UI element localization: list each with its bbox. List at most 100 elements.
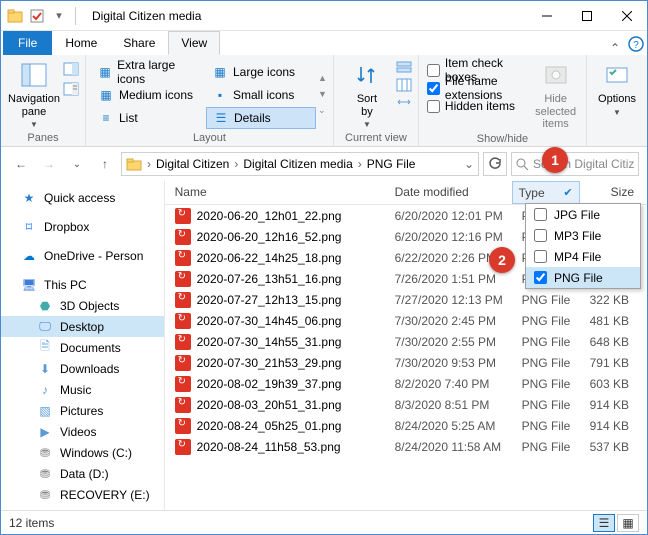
type-filter-png[interactable]: PNG File [526,267,640,288]
nav-dropbox[interactable]: ⌑Dropbox [1,216,164,237]
file-size: 791 KB [580,356,647,370]
layout-extra-large[interactable]: ▦Extra large icons [92,61,202,83]
nav-this-pc[interactable]: 🖥This PC [1,274,164,295]
nav-music[interactable]: ♪Music [1,379,164,400]
preview-pane-icon[interactable] [63,61,79,77]
breadcrumb-item[interactable]: Digital Citizen media [243,157,352,171]
layout-list[interactable]: ≡List [92,107,146,129]
nav-videos[interactable]: ▶Videos [1,421,164,442]
nav-onedrive[interactable]: ☁OneDrive - Person [1,245,164,266]
file-name: 2020-07-27_12h13_15.png [197,293,342,307]
file-size: 914 KB [580,419,647,433]
png-file-icon [175,418,191,434]
tab-view[interactable]: View [168,31,220,55]
table-row[interactable]: 2020-08-03_20h51_31.png8/3/2020 8:51 PMP… [165,394,647,415]
nav-d-drive[interactable]: ⛃Data (D:) [1,463,164,484]
options-button[interactable]: Options ▼ [593,59,641,117]
nav-pictures[interactable]: ▧Pictures [1,400,164,421]
title-bar: ▾ Digital Citizen media [1,1,647,31]
nav-3d-objects[interactable]: ⬣3D Objects [1,295,164,316]
file-size: 914 KB [580,398,647,412]
breadcrumb-item[interactable]: PNG File [367,157,416,171]
table-row[interactable]: 2020-07-27_12h13_15.png7/27/2020 12:13 P… [165,289,647,310]
nav-pane: ★Quick access ⌑Dropbox ☁OneDrive - Perso… [1,181,165,510]
nav-desktop[interactable]: 🖵Desktop [1,316,164,337]
nav-up-icon[interactable]: ↑ [93,152,117,176]
separator [75,7,76,25]
type-filter-mp3[interactable]: MP3 File [526,225,640,246]
add-columns-icon[interactable] [396,78,412,92]
tab-file[interactable]: File [3,31,52,55]
search-icon [516,158,529,171]
file-date: 8/2/2020 7:40 PM [385,377,512,391]
chevron-down-icon: ▼ [363,120,371,129]
col-name[interactable]: Name [165,181,385,204]
close-button[interactable] [607,1,647,31]
file-date: 6/20/2020 12:16 PM [385,230,512,244]
breadcrumb-item[interactable]: Digital Citizen [156,157,229,171]
view-details-icon[interactable]: ☰ [593,514,615,532]
table-row[interactable]: 2020-07-30_21h53_29.png7/30/2020 9:53 PM… [165,352,647,373]
layout-details[interactable]: ☰Details [206,107,316,129]
layout-medium[interactable]: ▦Medium icons [92,84,202,106]
layout-scroll-down-icon[interactable]: ▼ [318,89,327,99]
table-row[interactable]: 2020-07-30_14h55_31.png7/30/2020 2:55 PM… [165,331,647,352]
file-extensions-toggle[interactable]: File name extensions [425,79,531,97]
file-type: PNG File [512,335,580,349]
status-bar: 12 items ☰ ▦ [1,510,647,534]
file-date: 6/20/2020 12:01 PM [385,209,512,223]
nav-back-icon[interactable]: ← [9,152,33,176]
type-filter-mp4[interactable]: MP4 File [526,246,640,267]
minimize-button[interactable] [527,1,567,31]
nav-recent-icon[interactable]: ⌄ [65,152,89,176]
file-size: 648 KB [580,335,647,349]
drive-icon: ⛃ [37,487,53,503]
layout-expand-icon[interactable]: ⌄ [318,105,327,116]
file-type: PNG File [512,293,580,307]
col-size[interactable]: Size [580,181,647,204]
layout-large[interactable]: ▦Large icons [206,61,316,83]
group-current-view: Sort by ▼ Current view [334,55,419,146]
qat-checkbox-icon[interactable] [27,6,47,26]
table-row[interactable]: 2020-08-24_11h58_53.png8/24/2020 11:58 A… [165,436,647,457]
file-date: 7/30/2020 9:53 PM [385,356,512,370]
hide-selected-button[interactable]: Hide selected items [531,59,580,131]
table-row[interactable]: 2020-07-30_14h45_06.png7/30/2020 2:45 PM… [165,310,647,331]
layout-scroll-up-icon[interactable]: ▲ [318,73,327,83]
tab-share[interactable]: Share [110,31,168,55]
view-thumbnails-icon[interactable]: ▦ [617,514,639,532]
hidden-items-toggle[interactable]: Hidden items [425,97,531,115]
tab-home[interactable]: Home [52,31,110,55]
column-headers: Name Date modified Type✔ Size [165,181,647,205]
desktop-icon: 🖵 [37,319,53,335]
ribbon-collapse-icon[interactable]: ⌃ [605,41,625,55]
group-by-icon[interactable] [396,61,412,75]
table-row[interactable]: 2020-08-24_05h25_01.png8/24/2020 5:25 AM… [165,415,647,436]
size-columns-icon[interactable] [396,95,412,109]
qat-dropdown-icon[interactable]: ▾ [49,6,69,26]
refresh-button[interactable] [483,152,507,176]
item-count: 12 items [9,516,54,530]
search-box[interactable]: Search Digital Citiz... 1 [511,152,639,176]
col-type[interactable]: Type✔ [512,181,580,204]
nav-documents[interactable]: 🗎Documents [1,337,164,358]
breadcrumb-dropdown-icon[interactable]: ⌄ [464,157,474,171]
file-name: 2020-08-03_20h51_31.png [197,398,342,412]
maximize-button[interactable] [567,1,607,31]
nav-e-drive[interactable]: ⛃RECOVERY (E:) [1,484,164,505]
navigation-pane-button[interactable]: Navigation pane ▼ [7,59,61,129]
png-file-icon [175,313,191,329]
help-icon[interactable]: ? [625,33,647,55]
breadcrumb[interactable]: Digital Citizen Digital Citizen media PN… [121,152,479,176]
nav-downloads[interactable]: ⬇Downloads [1,358,164,379]
sort-by-button[interactable]: Sort by ▼ [340,59,394,129]
layout-small[interactable]: ▪Small icons [206,84,316,106]
table-row[interactable]: 2020-08-02_19h39_37.png8/2/2020 7:40 PMP… [165,373,647,394]
nav-c-drive[interactable]: ⛃Windows (C:) [1,442,164,463]
details-pane-icon[interactable] [63,81,79,97]
type-filter-jpg[interactable]: JPG File [526,204,640,225]
window-controls [527,1,647,31]
nav-forward-icon[interactable]: → [37,152,61,176]
nav-quick-access[interactable]: ★Quick access [1,187,164,208]
col-date[interactable]: Date modified [385,181,512,204]
